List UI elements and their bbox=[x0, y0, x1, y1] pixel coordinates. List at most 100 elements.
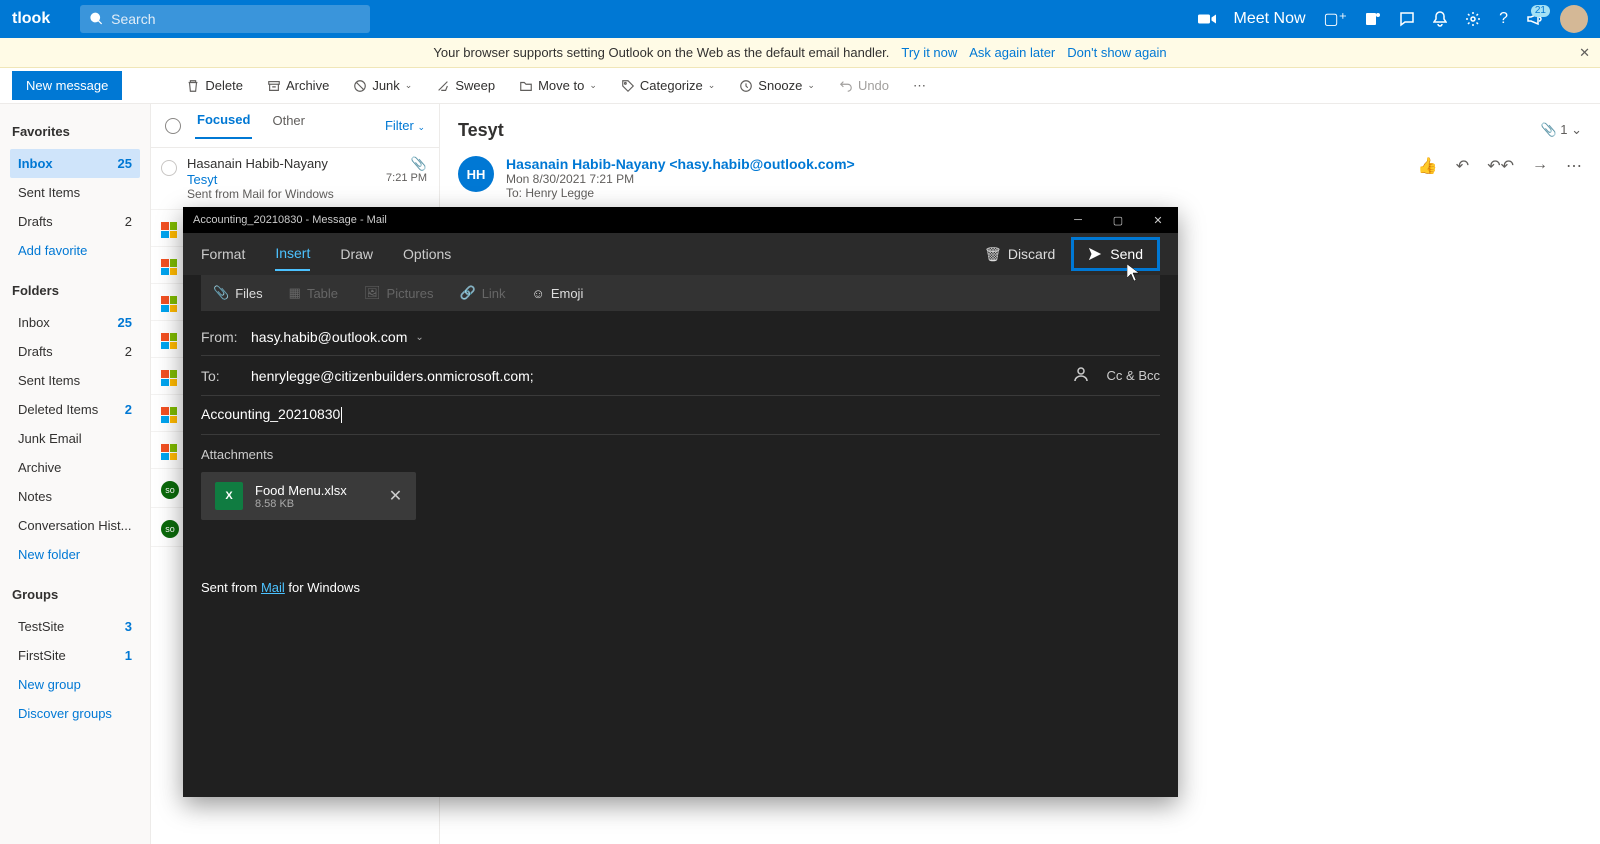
user-avatar[interactable] bbox=[1560, 5, 1588, 33]
tab-format[interactable]: Format bbox=[201, 238, 245, 270]
emoji-icon: ☺ bbox=[532, 286, 545, 301]
notif-ask-link[interactable]: Ask again later bbox=[969, 45, 1055, 60]
subject-input[interactable]: Accounting_20210830 bbox=[201, 406, 340, 422]
move-button[interactable]: Move to⌄ bbox=[509, 74, 607, 97]
group-testsite[interactable]: TestSite3 bbox=[10, 612, 140, 641]
cc-bcc-button[interactable]: Cc & Bcc bbox=[1107, 368, 1160, 383]
tab-focused[interactable]: Focused bbox=[195, 112, 252, 139]
folder-notes[interactable]: Notes bbox=[10, 482, 140, 511]
filter-button[interactable]: Filter ⌄ bbox=[385, 118, 425, 133]
message-row[interactable]: Hasanain Habib-Nayany📎 Tesyt7:21 PM Sent… bbox=[151, 148, 439, 210]
message-check[interactable] bbox=[161, 160, 177, 176]
forward-icon[interactable]: → bbox=[1532, 156, 1548, 200]
from-row[interactable]: From: hasy.habib@outlook.com⌄ bbox=[201, 319, 1160, 356]
discard-button[interactable]: 🗑Discard bbox=[976, 242, 1063, 267]
insert-files[interactable]: 📎Files bbox=[213, 285, 263, 301]
more-actions-icon[interactable]: ⋯ bbox=[1566, 156, 1582, 200]
calendar-add-icon[interactable]: ▢⁺ bbox=[1324, 9, 1348, 29]
categorize-button[interactable]: Categorize⌄ bbox=[611, 74, 725, 97]
sidebar-item-sent[interactable]: Sent Items bbox=[10, 178, 140, 207]
insert-pictures[interactable]: 🖼Pictures bbox=[364, 285, 433, 301]
insert-table[interactable]: ▦Table bbox=[289, 285, 338, 301]
attachment-card[interactable]: X Food Menu.xlsx 8.58 KB ✕ bbox=[201, 472, 416, 520]
tab-other[interactable]: Other bbox=[270, 113, 307, 138]
more-icon[interactable]: ⋯ bbox=[903, 74, 936, 98]
group-firstsite[interactable]: FirstSite1 bbox=[10, 641, 140, 670]
bell-icon[interactable] bbox=[1433, 11, 1447, 27]
signature[interactable]: Sent from Mail for Windows bbox=[201, 580, 1160, 595]
archive-button[interactable]: Archive bbox=[257, 74, 339, 97]
folder-deleted[interactable]: Deleted Items2 bbox=[10, 395, 140, 424]
notif-try-link[interactable]: Try it now bbox=[901, 45, 957, 60]
notif-dont-link[interactable]: Don't show again bbox=[1067, 45, 1166, 60]
add-favorite-link[interactable]: Add favorite bbox=[10, 236, 140, 265]
sidebar-item-inbox[interactable]: Inbox25 bbox=[10, 149, 140, 178]
send-button[interactable]: Send bbox=[1071, 237, 1160, 271]
snooze-button[interactable]: Snooze⌄ bbox=[729, 74, 825, 97]
discover-groups-link[interactable]: Discover groups bbox=[10, 699, 140, 728]
undo-icon bbox=[839, 79, 853, 93]
megaphone-icon[interactable]: 21 bbox=[1526, 11, 1542, 27]
gear-icon[interactable] bbox=[1465, 11, 1481, 27]
tab-draw[interactable]: Draw bbox=[340, 238, 373, 270]
folder-drafts[interactable]: Drafts2 bbox=[10, 337, 140, 366]
new-group-link[interactable]: New group bbox=[10, 670, 140, 699]
select-all-check[interactable] bbox=[165, 118, 181, 134]
trash-icon bbox=[186, 79, 200, 93]
mail-link[interactable]: Mail bbox=[261, 580, 285, 595]
folder-archive[interactable]: Archive bbox=[10, 453, 140, 482]
tab-options[interactable]: Options bbox=[403, 238, 451, 270]
to-row[interactable]: To: henrylegge@citizenbuilders.onmicroso… bbox=[201, 356, 1160, 396]
contacts-icon[interactable] bbox=[1073, 366, 1089, 385]
junk-icon bbox=[353, 79, 367, 93]
folder-sent[interactable]: Sent Items bbox=[10, 366, 140, 395]
ms-logo-icon bbox=[161, 407, 177, 423]
groups-header[interactable]: Groups bbox=[12, 587, 140, 602]
tab-insert[interactable]: Insert bbox=[275, 237, 310, 271]
link-icon: 🔗 bbox=[460, 285, 476, 301]
notification-bar: Your browser supports setting Outlook on… bbox=[0, 38, 1600, 68]
junk-button[interactable]: Junk⌄ bbox=[343, 74, 422, 97]
meet-now-button[interactable]: Meet Now bbox=[1234, 10, 1306, 28]
help-icon[interactable]: ? bbox=[1499, 10, 1508, 28]
attachment-icon: 📎 bbox=[411, 156, 427, 172]
chevron-down-icon[interactable]: ⌄ bbox=[415, 332, 423, 343]
ms-logo-icon bbox=[161, 444, 177, 460]
insert-link[interactable]: 🔗Link bbox=[460, 285, 506, 301]
reply-icon[interactable]: ↶ bbox=[1456, 156, 1469, 200]
new-message-button[interactable]: New message bbox=[12, 71, 122, 100]
like-icon[interactable]: 👍 bbox=[1418, 156, 1438, 200]
delete-button[interactable]: Delete bbox=[176, 74, 253, 97]
sender-avatar: HH bbox=[458, 156, 494, 192]
chat-icon[interactable] bbox=[1399, 11, 1415, 27]
close-button[interactable]: ✕ bbox=[1138, 207, 1178, 233]
video-icon[interactable] bbox=[1198, 12, 1216, 26]
folder-icon bbox=[519, 79, 533, 93]
folder-junk[interactable]: Junk Email bbox=[10, 424, 140, 453]
insert-emoji[interactable]: ☺Emoji bbox=[532, 286, 584, 301]
teams-icon[interactable] bbox=[1365, 11, 1381, 27]
search-input[interactable] bbox=[111, 11, 360, 27]
sidebar-item-drafts[interactable]: Drafts2 bbox=[10, 207, 140, 236]
reply-all-icon[interactable]: ↶↶ bbox=[1487, 156, 1514, 200]
sweep-button[interactable]: Sweep bbox=[426, 74, 505, 97]
notif-close-icon[interactable]: ✕ bbox=[1579, 45, 1590, 61]
folder-conversation[interactable]: Conversation Hist... bbox=[10, 511, 140, 540]
folder-inbox[interactable]: Inbox25 bbox=[10, 308, 140, 337]
subject-row[interactable]: Accounting_20210830 bbox=[201, 396, 1160, 435]
ms-logo-icon bbox=[161, 333, 177, 349]
folders-header[interactable]: Folders bbox=[12, 283, 140, 298]
search-box[interactable] bbox=[80, 5, 370, 33]
reading-to: To: Henry Legge bbox=[506, 186, 855, 200]
window-title: Accounting_20210830 - Message - Mail bbox=[193, 214, 387, 226]
undo-button[interactable]: Undo bbox=[829, 74, 899, 97]
new-folder-link[interactable]: New folder bbox=[10, 540, 140, 569]
table-icon: ▦ bbox=[289, 285, 301, 301]
maximize-button[interactable]: ▢ bbox=[1098, 207, 1138, 233]
sender-avatar-icon: so bbox=[161, 520, 179, 538]
favorites-header[interactable]: Favorites bbox=[12, 124, 140, 139]
remove-attachment-icon[interactable]: ✕ bbox=[389, 486, 402, 506]
tag-icon bbox=[621, 79, 635, 93]
minimize-button[interactable]: ─ bbox=[1058, 207, 1098, 233]
window-titlebar[interactable]: Accounting_20210830 - Message - Mail ─ ▢… bbox=[183, 207, 1178, 233]
